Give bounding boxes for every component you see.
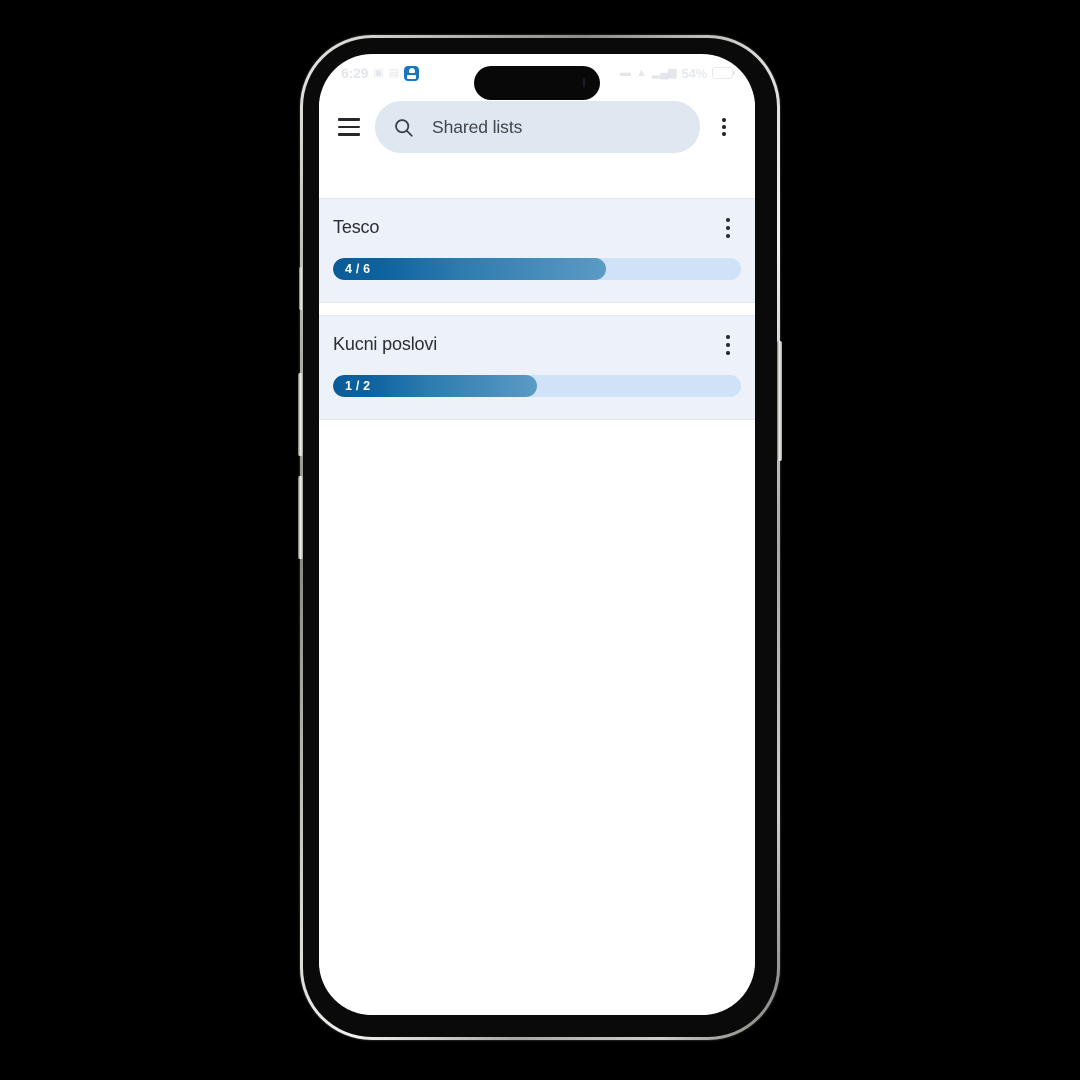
- alarm-icon: ▬: [619, 66, 631, 79]
- list-item-title: Tesco: [333, 217, 380, 237]
- status-notification-icon-2: ▤: [388, 66, 400, 79]
- status-time: 6:29: [341, 65, 369, 81]
- power-button[interactable]: [777, 341, 782, 461]
- card-menu-dot-1: [725, 218, 731, 223]
- list-item-title: Kucni poslovi: [333, 334, 438, 354]
- card-menu-dot-1: [725, 335, 731, 340]
- overflow-dot-3: [722, 132, 726, 137]
- card-overflow-menu-icon[interactable]: [715, 216, 741, 242]
- silence-switch-button[interactable]: [299, 267, 303, 310]
- status-bar-right: ▬ ▲ ▂▄▆ 54%: [619, 65, 735, 81]
- app-badge-icon: [404, 65, 420, 81]
- status-notification-icon-1: ▣: [373, 66, 384, 79]
- screen-bezel: 6:29 ▣ ▤ ▬ ▲ ▂▄▆ 54% Shared lists Tesco …: [319, 54, 755, 1015]
- phone-screen: 6:29 ▣ ▤ ▬ ▲ ▂▄▆ 54% Shared lists Tesco …: [319, 54, 755, 1015]
- list-item-progress-track: 4 / 6: [333, 258, 741, 280]
- volume-up-button[interactable]: [298, 373, 303, 456]
- wifi-icon: ▲: [635, 66, 647, 79]
- list-item[interactable]: Kucni poslovi 1 / 2: [319, 315, 755, 420]
- list-item-progress-fill: 4 / 6: [333, 258, 607, 280]
- search-value-text: Shared lists: [432, 116, 523, 137]
- face-id-sensor-icon: [583, 78, 585, 88]
- volume-down-button[interactable]: [298, 476, 303, 559]
- search-icon: [395, 118, 413, 137]
- list-item-header: Tesco: [333, 216, 741, 242]
- list-item-progress-label: 4 / 6: [345, 262, 371, 276]
- app-bar: Shared lists: [319, 92, 755, 162]
- search-input[interactable]: Shared lists: [375, 101, 700, 153]
- list-item-progress-label: 1 / 2: [345, 379, 371, 393]
- list-item-header: Kucni poslovi: [333, 333, 741, 359]
- list-item-progress-fill: 1 / 2: [333, 375, 537, 397]
- list-item-progress-track: 1 / 2: [333, 375, 741, 397]
- dynamic-island: [474, 66, 600, 100]
- hamburger-menu-icon[interactable]: [329, 107, 369, 147]
- phone-device: 6:29 ▣ ▤ ▬ ▲ ▂▄▆ 54% Shared lists Tesco …: [298, 35, 782, 1040]
- battery-icon: [712, 67, 735, 79]
- status-bar-left: 6:29 ▣ ▤: [341, 65, 420, 81]
- overflow-dot-1: [722, 117, 726, 122]
- hamburger-line-1: [338, 118, 360, 121]
- card-menu-dot-3: [725, 350, 731, 355]
- shared-lists-container: Tesco 4 / 6 Kucni poslovi 1 / 2: [319, 198, 755, 1015]
- battery-percent-label: 54%: [681, 65, 708, 81]
- signal-icon: ▂▄▆: [651, 66, 677, 79]
- hamburger-line-3: [338, 133, 360, 136]
- hamburger-line-2: [338, 125, 360, 129]
- card-overflow-menu-icon[interactable]: [715, 333, 741, 359]
- card-menu-dot-3: [725, 233, 731, 238]
- overflow-dot-2: [722, 125, 726, 129]
- card-menu-dot-2: [725, 225, 731, 230]
- list-item[interactable]: Tesco 4 / 6: [319, 198, 755, 303]
- overflow-menu-icon[interactable]: [706, 107, 742, 147]
- card-menu-dot-2: [725, 342, 731, 347]
